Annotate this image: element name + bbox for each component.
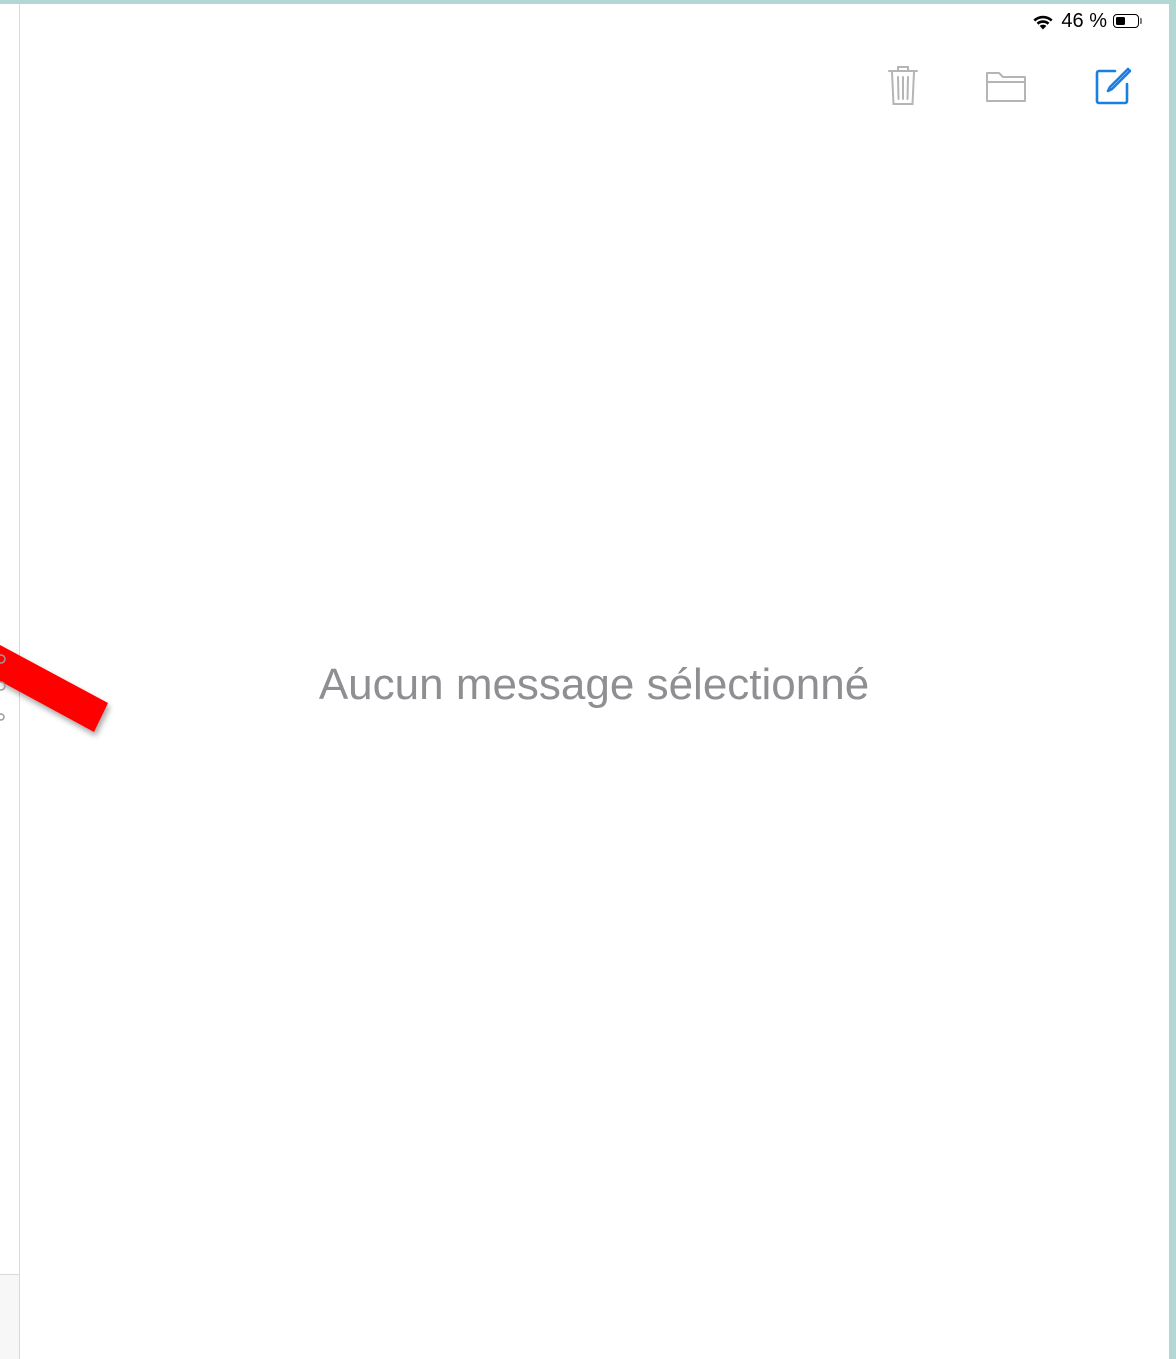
no-message-selected-label: Aucun message sélectionné xyxy=(318,660,870,709)
message-list-pane xyxy=(0,4,20,1359)
trash-icon xyxy=(888,66,918,105)
wifi-icon xyxy=(1033,15,1054,30)
folder-icon xyxy=(986,72,1026,102)
trash-button[interactable] xyxy=(877,60,929,112)
message-list-bottom-bar xyxy=(0,1274,19,1359)
battery-icon xyxy=(1113,13,1145,29)
battery-level-fill xyxy=(1116,17,1125,25)
move-to-folder-button[interactable] xyxy=(980,60,1032,112)
compose-button[interactable] xyxy=(1086,60,1138,112)
status-bar: 46 % xyxy=(1031,8,1145,34)
compose-icon xyxy=(1095,67,1132,105)
battery-percentage: 46 % xyxy=(1061,9,1107,32)
mail-app-window: 46 % Aucun message sélectionné xyxy=(0,4,1169,1359)
